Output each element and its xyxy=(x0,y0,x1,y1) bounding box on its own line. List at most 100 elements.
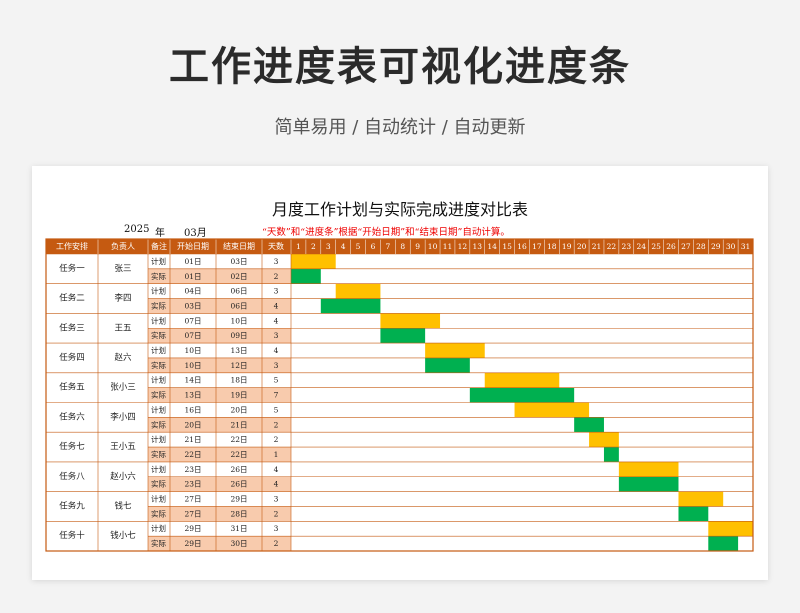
actual-start-date[interactable]: 20日 xyxy=(184,420,201,429)
header-cell-2: 负责人 xyxy=(111,241,135,251)
header-cell-5: 结束日期 xyxy=(223,241,255,251)
actual-label: 实际 xyxy=(151,360,166,370)
plan-end-date[interactable]: 26日 xyxy=(230,465,247,474)
header-cell-4: 开始日期 xyxy=(177,241,209,251)
task-name: 任务一 xyxy=(59,263,85,274)
actual-end-date[interactable]: 12日 xyxy=(230,361,247,370)
task-name: 任务八 xyxy=(59,471,85,482)
actual-start-date[interactable]: 10日 xyxy=(184,361,201,370)
task-owner: 张三 xyxy=(114,264,131,274)
task-name: 任务九 xyxy=(59,500,85,511)
actual-label: 实际 xyxy=(151,300,166,310)
plan-label: 计划 xyxy=(151,286,166,296)
plan-days: 5 xyxy=(274,376,279,385)
task-owner: 李小四 xyxy=(110,411,136,422)
plan-end-date[interactable]: 03日 xyxy=(230,257,247,266)
plan-label: 计划 xyxy=(151,523,166,533)
day-header-17: 17 xyxy=(532,242,542,251)
actual-row-bg xyxy=(148,476,291,492)
actual-row-bg xyxy=(148,387,291,403)
plan-days: 4 xyxy=(274,316,279,325)
plan-start-date[interactable]: 04日 xyxy=(184,287,201,296)
plan-start-date[interactable]: 01日 xyxy=(184,257,201,266)
plan-end-date[interactable]: 31日 xyxy=(230,524,247,533)
actual-start-date[interactable]: 13日 xyxy=(184,391,201,400)
actual-days: 4 xyxy=(274,301,279,310)
actual-start-date[interactable]: 23日 xyxy=(184,480,201,489)
plan-start-date[interactable]: 29日 xyxy=(184,524,201,533)
day-header-10: 10 xyxy=(428,242,438,251)
actual-start-date[interactable]: 01日 xyxy=(184,272,201,281)
actual-end-date[interactable]: 30日 xyxy=(230,539,247,548)
day-header-3: 3 xyxy=(326,242,331,251)
plan-end-date[interactable]: 10日 xyxy=(230,316,247,325)
actual-label: 实际 xyxy=(151,449,166,459)
plan-end-date[interactable]: 13日 xyxy=(230,346,247,355)
actual-progress-bar xyxy=(708,536,739,551)
actual-days: 3 xyxy=(274,331,279,340)
actual-end-date[interactable]: 09日 xyxy=(230,331,247,340)
actual-row-bg xyxy=(148,268,291,284)
task-owner: 赵小六 xyxy=(110,471,136,482)
plan-days: 4 xyxy=(274,465,279,474)
plan-start-date[interactable]: 14日 xyxy=(184,376,201,385)
actual-days: 4 xyxy=(274,480,279,489)
plan-start-date[interactable]: 16日 xyxy=(184,405,201,414)
plan-start-date[interactable]: 23日 xyxy=(184,465,201,474)
plan-start-date[interactable]: 27日 xyxy=(184,495,201,504)
actual-days: 3 xyxy=(274,361,279,370)
actual-start-date[interactable]: 29日 xyxy=(184,539,201,548)
task-name: 任务五 xyxy=(59,382,85,393)
plan-days: 3 xyxy=(274,524,279,533)
plan-end-date[interactable]: 18日 xyxy=(230,376,247,385)
actual-end-date[interactable]: 02日 xyxy=(230,272,247,281)
plan-progress-bar xyxy=(484,372,560,388)
actual-end-date[interactable]: 06日 xyxy=(230,301,247,310)
plan-end-date[interactable]: 20日 xyxy=(230,405,247,414)
header-cell-3: 备注 xyxy=(151,241,167,251)
actual-label: 实际 xyxy=(151,538,166,548)
task-owner: 赵六 xyxy=(114,352,132,363)
plan-end-date[interactable]: 06日 xyxy=(230,287,247,296)
day-header-2: 2 xyxy=(311,242,316,251)
task-name: 任务二 xyxy=(59,293,85,304)
header-cell-6: 天数 xyxy=(268,241,284,251)
plan-end-date[interactable]: 29日 xyxy=(230,495,247,504)
day-header-22: 22 xyxy=(607,242,617,251)
day-header-19: 19 xyxy=(562,242,572,251)
actual-label: 实际 xyxy=(151,390,166,400)
plan-label: 计划 xyxy=(151,494,166,504)
actual-label: 实际 xyxy=(151,271,166,281)
day-header-18: 18 xyxy=(547,242,557,251)
actual-days: 2 xyxy=(274,539,279,548)
plan-start-date[interactable]: 10日 xyxy=(184,346,201,355)
plan-start-date[interactable]: 07日 xyxy=(184,316,201,325)
actual-row-bg xyxy=(148,298,291,314)
day-header-30: 30 xyxy=(726,242,736,251)
actual-end-date[interactable]: 28日 xyxy=(230,509,247,518)
actual-start-date[interactable]: 27日 xyxy=(184,509,201,518)
plan-start-date[interactable]: 21日 xyxy=(184,435,201,444)
actual-end-date[interactable]: 19日 xyxy=(230,391,247,400)
actual-progress-bar xyxy=(618,476,679,492)
plan-progress-bar xyxy=(708,521,753,537)
actual-end-date[interactable]: 26日 xyxy=(230,480,247,489)
plan-progress-bar xyxy=(618,461,679,477)
day-header-11: 11 xyxy=(443,242,453,251)
plan-end-date[interactable]: 22日 xyxy=(230,435,247,444)
actual-start-date[interactable]: 22日 xyxy=(184,450,201,459)
actual-end-date[interactable]: 22日 xyxy=(230,450,247,459)
day-header-9: 9 xyxy=(415,242,420,251)
actual-label: 实际 xyxy=(151,479,166,489)
day-header-25: 25 xyxy=(651,242,661,251)
actual-start-date[interactable]: 03日 xyxy=(184,301,201,310)
day-header-5: 5 xyxy=(356,242,361,251)
actual-progress-bar xyxy=(320,298,381,314)
actual-row-bg xyxy=(148,447,291,462)
plan-label: 计划 xyxy=(151,404,166,414)
day-header-15: 15 xyxy=(502,242,512,251)
plan-progress-bar xyxy=(425,343,485,358)
day-header-12: 12 xyxy=(458,242,468,251)
actual-end-date[interactable]: 21日 xyxy=(230,420,247,429)
actual-start-date[interactable]: 07日 xyxy=(184,331,201,340)
